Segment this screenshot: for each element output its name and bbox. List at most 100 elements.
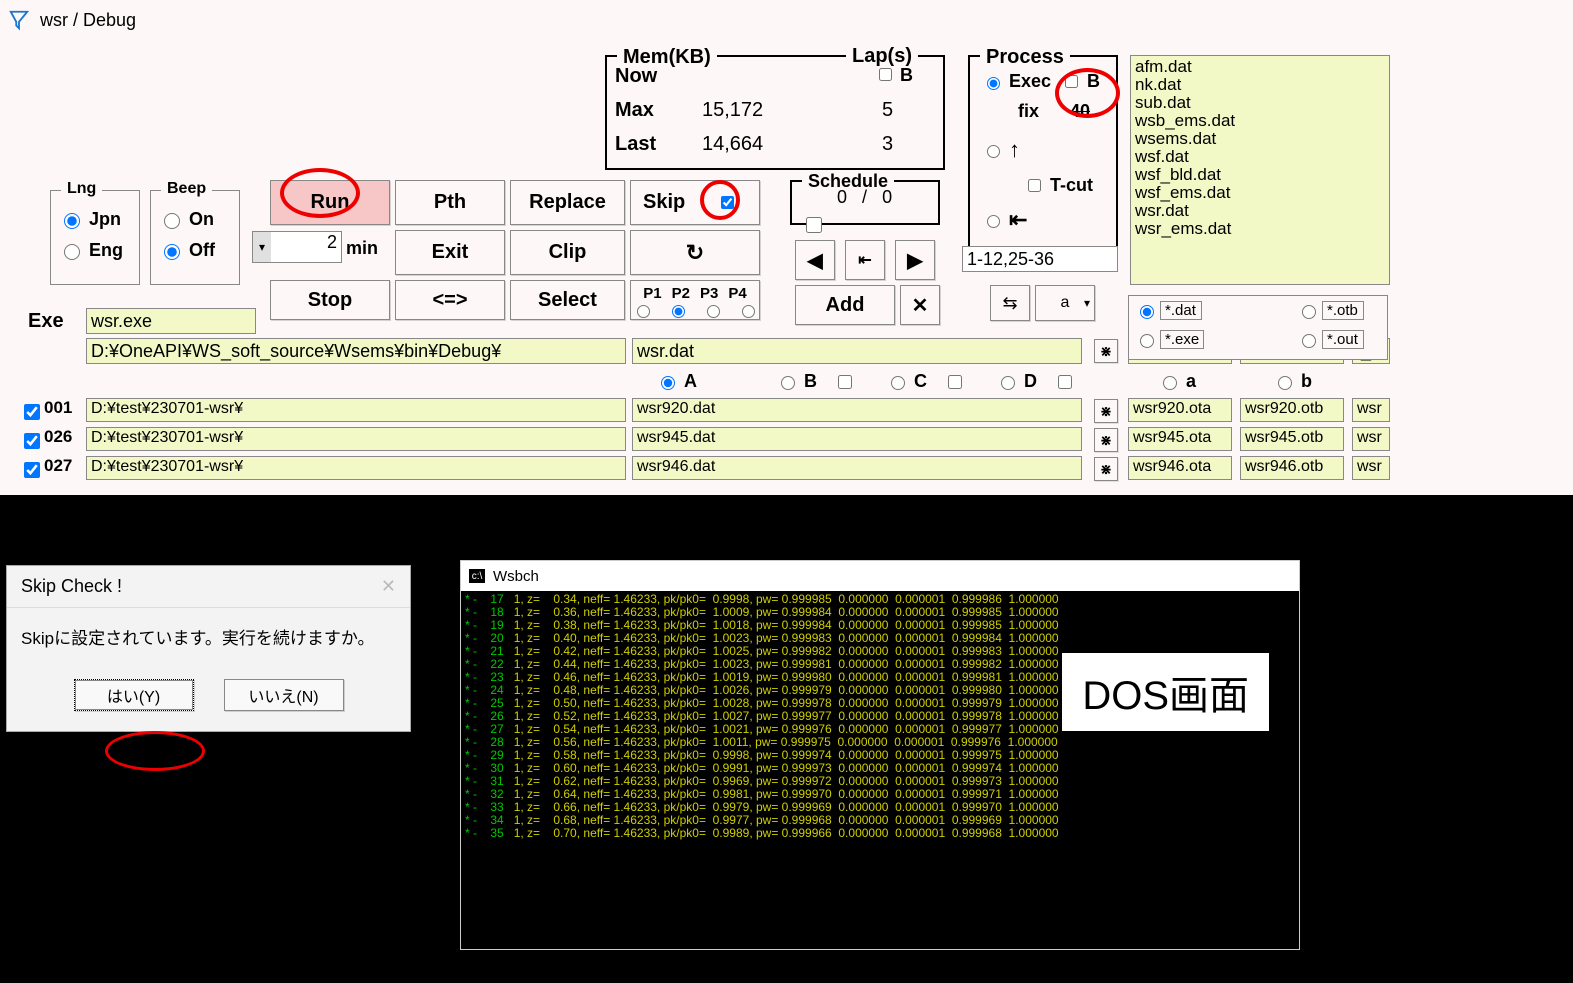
row-ota-cell[interactable]: wsr945.ota [1128, 427, 1232, 451]
skip-checkbox[interactable] [721, 196, 734, 209]
clip-button[interactable]: Clip [510, 230, 625, 275]
file-list-item[interactable]: sub.dat [1135, 94, 1385, 112]
lng-eng-radio[interactable] [64, 244, 80, 260]
skip-check-dialog: Skip Check ! ✕ Skipに設定されています。実行を続けますか。 は… [6, 565, 411, 732]
row-dat-cell[interactable]: wsr920.dat [632, 398, 1082, 422]
file-list-item[interactable]: wsf_ems.dat [1135, 184, 1385, 202]
sched-close-button[interactable]: ✕ [900, 285, 940, 325]
lap-b-checkbox[interactable] [879, 68, 892, 81]
row-num: 026 [44, 427, 72, 447]
col-c-radio[interactable] [891, 376, 905, 390]
pth-button[interactable]: Pth [395, 180, 505, 225]
p2-radio[interactable] [672, 305, 685, 318]
console-window: c:\ Wsbch * - 17 1, z= 0.34, neff= 1.462… [460, 560, 1300, 950]
file-list-item[interactable]: wsr.dat [1135, 202, 1385, 220]
swap-button[interactable]: <=> [395, 280, 505, 320]
swap-a-select[interactable]: a ▾ [1035, 285, 1095, 321]
row-path-cell[interactable]: D:¥test¥230701-wsr¥ [86, 427, 626, 451]
col-b-radio[interactable] [781, 376, 795, 390]
filter-otb-radio[interactable] [1302, 305, 1316, 319]
file-list-item[interactable]: nk.dat [1135, 76, 1385, 94]
refresh-button[interactable]: ↻ [630, 230, 760, 275]
swap-a-button[interactable]: ⇆ [990, 285, 1030, 321]
dir-path-input[interactable] [86, 338, 626, 364]
file-list-item[interactable]: wsf_bld.dat [1135, 166, 1385, 184]
row-checkbox[interactable] [24, 404, 40, 420]
process-opt3-radio[interactable] [987, 215, 1000, 228]
col-d-radio[interactable] [1001, 376, 1015, 390]
process-range-input[interactable] [962, 246, 1118, 272]
sched-next-button[interactable]: ▶ [895, 240, 935, 280]
sched-prev-button[interactable]: ◀ [795, 240, 835, 280]
row-ota-cell[interactable]: wsr946.ota [1128, 456, 1232, 480]
row-otb-cell[interactable]: wsr946.otb [1240, 456, 1344, 480]
swap-a-value: a [1061, 294, 1070, 312]
lng-jpn-radio[interactable] [64, 213, 80, 229]
row-extra-cell[interactable]: wsr [1352, 427, 1390, 451]
p3-radio[interactable] [707, 305, 720, 318]
select-button[interactable]: Select [510, 280, 625, 320]
row-extra-cell[interactable]: wsr [1352, 456, 1390, 480]
process-opt2-radio[interactable] [987, 145, 1000, 158]
schedule-checkbox[interactable] [806, 217, 822, 233]
col-a2-radio[interactable] [1163, 376, 1177, 390]
row-otb-cell[interactable]: wsr920.otb [1240, 398, 1344, 422]
file-list-item[interactable]: afm.dat [1135, 58, 1385, 76]
main-window: wsr / Debug Lng Jpn Eng Beep On Off [0, 0, 1573, 495]
row-clear-button[interactable]: ⋇ [1094, 457, 1118, 481]
exit-button[interactable]: Exit [395, 230, 505, 275]
exe-label: Exe [28, 310, 64, 333]
sched-goto-button[interactable]: ⇤ [845, 240, 885, 280]
process-b-checkbox[interactable] [1065, 75, 1078, 88]
col-d-checkbox[interactable] [1058, 375, 1072, 389]
row-checkbox[interactable] [24, 433, 40, 449]
col-c-checkbox[interactable] [948, 375, 962, 389]
row-dat-cell[interactable]: wsr946.dat [632, 456, 1082, 480]
console-titlebar: c:\ Wsbch [461, 561, 1299, 591]
row-ota-cell[interactable]: wsr920.ota [1128, 398, 1232, 422]
tcut-checkbox[interactable] [1028, 179, 1041, 192]
row-clear-button[interactable]: ⋇ [1094, 428, 1118, 452]
row-extra-cell[interactable]: wsr [1352, 398, 1390, 422]
filter-exe-radio[interactable] [1140, 334, 1154, 348]
dialog-no-button[interactable]: いいえ(N) [224, 679, 344, 711]
process-fix-value: 40 [1070, 101, 1090, 122]
skip-button[interactable]: Skip [630, 180, 760, 225]
p1-radio[interactable] [637, 305, 650, 318]
dat-clear-button[interactable]: ⋇ [1094, 339, 1118, 363]
min-select[interactable]: ▾ 2 [252, 231, 342, 263]
add-button[interactable]: Add [795, 285, 895, 325]
file-list-item[interactable]: wsf.dat [1135, 148, 1385, 166]
row-path-cell[interactable]: D:¥test¥230701-wsr¥ [86, 456, 626, 480]
stop-button[interactable]: Stop [270, 280, 390, 320]
row-checkbox[interactable] [24, 462, 40, 478]
p1-label: P1 [643, 285, 661, 302]
replace-button[interactable]: Replace [510, 180, 625, 225]
row-dat-cell[interactable]: wsr945.dat [632, 427, 1082, 451]
col-a-radio[interactable] [661, 376, 675, 390]
run-button[interactable]: Run [270, 180, 390, 225]
file-list-item[interactable]: wsr_ems.dat [1135, 220, 1385, 238]
mem-max-value: 15,172 [702, 99, 763, 122]
col-b2-radio[interactable] [1278, 376, 1292, 390]
exe-input[interactable] [86, 308, 256, 334]
beep-off-radio[interactable] [164, 244, 180, 260]
file-list-item[interactable]: wsems.dat [1135, 130, 1385, 148]
beep-on-radio[interactable] [164, 213, 180, 229]
p4-radio[interactable] [742, 305, 755, 318]
dat-file-input[interactable] [632, 338, 1082, 364]
col-b-checkbox[interactable] [838, 375, 852, 389]
beep-off-label: Off [189, 240, 215, 261]
dialog-yes-button[interactable]: はい(Y) [74, 679, 194, 711]
row-path-cell[interactable]: D:¥test¥230701-wsr¥ [86, 398, 626, 422]
file-list-item[interactable]: wsb_ems.dat [1135, 112, 1385, 130]
dropdown-arrow-icon[interactable]: ▾ [253, 232, 271, 262]
filter-dat-radio[interactable] [1140, 305, 1154, 319]
filter-out-radio[interactable] [1302, 334, 1316, 348]
filter-out-label: *.out [1322, 330, 1364, 349]
row-clear-button[interactable]: ⋇ [1094, 399, 1118, 423]
row-otb-cell[interactable]: wsr945.otb [1240, 427, 1344, 451]
file-listbox[interactable]: afm.datnk.datsub.datwsb_ems.datwsems.dat… [1130, 55, 1390, 285]
process-exec-radio[interactable] [987, 77, 1000, 90]
dialog-close-icon[interactable]: ✕ [381, 576, 396, 597]
